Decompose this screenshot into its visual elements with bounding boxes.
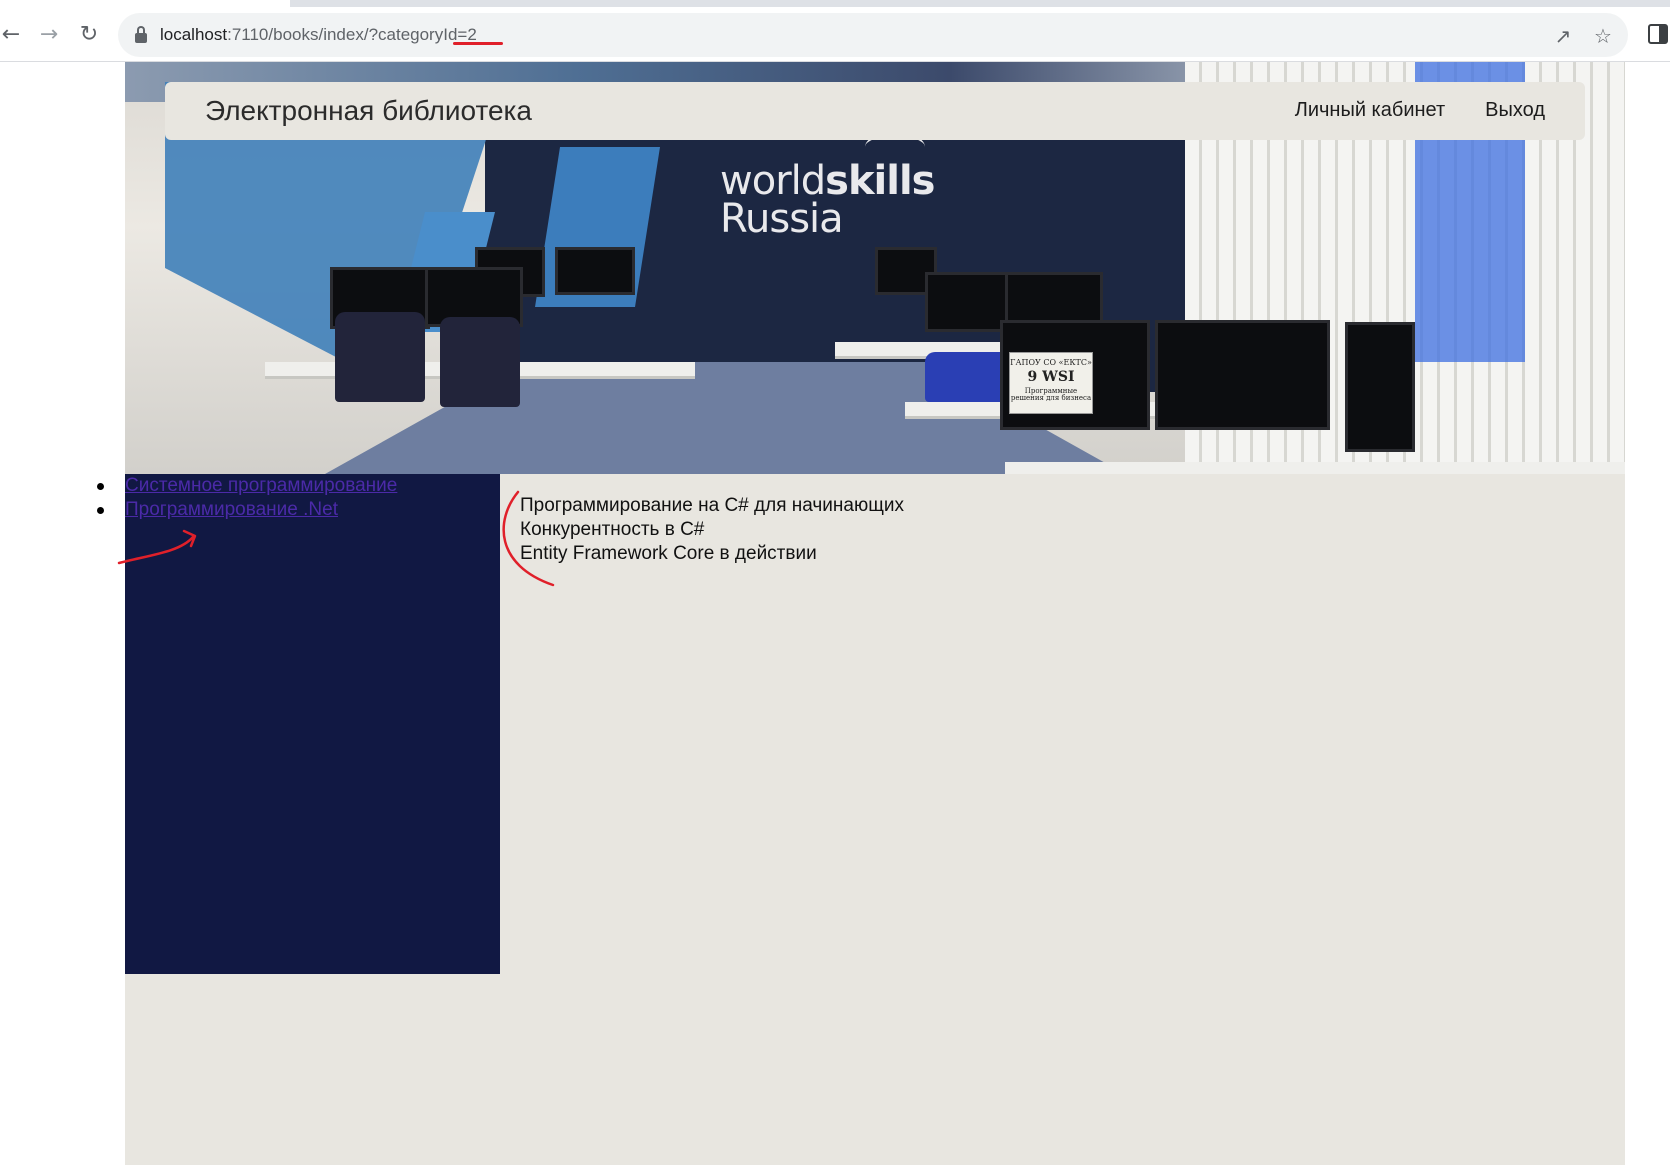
bullet-icon: [97, 507, 104, 514]
category-link-dotnet[interactable]: Программирование .Net: [125, 499, 338, 520]
category-link-system[interactable]: Системное программирование: [125, 475, 397, 496]
book-title[interactable]: Программирование на C# для начинающих: [520, 494, 904, 518]
book-title[interactable]: Конкурентность в C#: [520, 518, 904, 542]
category-item: Системное программирование: [97, 474, 397, 498]
url-host: localhost: [160, 25, 228, 44]
tab-strip-background: [290, 0, 1670, 7]
arrow-left-icon[interactable]: ←: [0, 16, 30, 54]
nav-link-logout[interactable]: Выход: [1485, 99, 1545, 122]
book-list: Программирование на C# для начинающих Ко…: [520, 494, 904, 566]
arrow-right-icon[interactable]: →: [30, 16, 68, 54]
worldskills-logo: worldskills Russia: [720, 161, 936, 242]
star-icon[interactable]: ☆: [1590, 23, 1616, 49]
lock-icon[interactable]: [134, 26, 148, 44]
bullet-icon: [97, 483, 104, 490]
reload-icon[interactable]: ↻: [70, 16, 108, 54]
book-title[interactable]: Entity Framework Core в действии: [520, 542, 904, 566]
share-icon[interactable]: ↗: [1550, 23, 1576, 49]
sign-line-2: 9 WSI: [1027, 369, 1075, 386]
category-item: Программирование .Net: [97, 498, 397, 522]
nav-link-account[interactable]: Личный кабинет: [1295, 99, 1445, 122]
page-content: worldskills Russia ГАПОУ СО «ЕКТС» 9 WSI…: [97, 62, 1625, 1165]
site-brand[interactable]: Электронная библиотека: [205, 95, 532, 127]
url-path: :7110/books/index/?categoryId=2: [227, 25, 477, 44]
url-text[interactable]: localhost:7110/books/index/?categoryId=2: [160, 25, 477, 45]
category-sidebar: [125, 474, 500, 974]
category-list: Системное программирование Программирова…: [97, 474, 397, 522]
address-bar[interactable]: localhost:7110/books/index/?categoryId=2…: [118, 13, 1628, 57]
sign-line-3: Программные решения для бизнеса: [1010, 387, 1092, 403]
browser-tab-strip: [0, 0, 1670, 8]
logo-russia: Russia: [720, 196, 844, 242]
url-underline-annotation: [453, 42, 503, 45]
browser-toolbar: ← → ↻ localhost:7110/books/index/?catego…: [0, 8, 1670, 62]
room-sign: ГАПОУ СО «ЕКТС» 9 WSI Программные решени…: [1009, 352, 1093, 414]
site-header: Электронная библиотека Личный кабинет Вы…: [165, 82, 1585, 140]
sign-line-1: ГАПОУ СО «ЕКТС»: [1010, 358, 1092, 367]
header-nav: Личный кабинет Выход: [1295, 99, 1545, 122]
side-panel-icon[interactable]: [1648, 24, 1668, 44]
